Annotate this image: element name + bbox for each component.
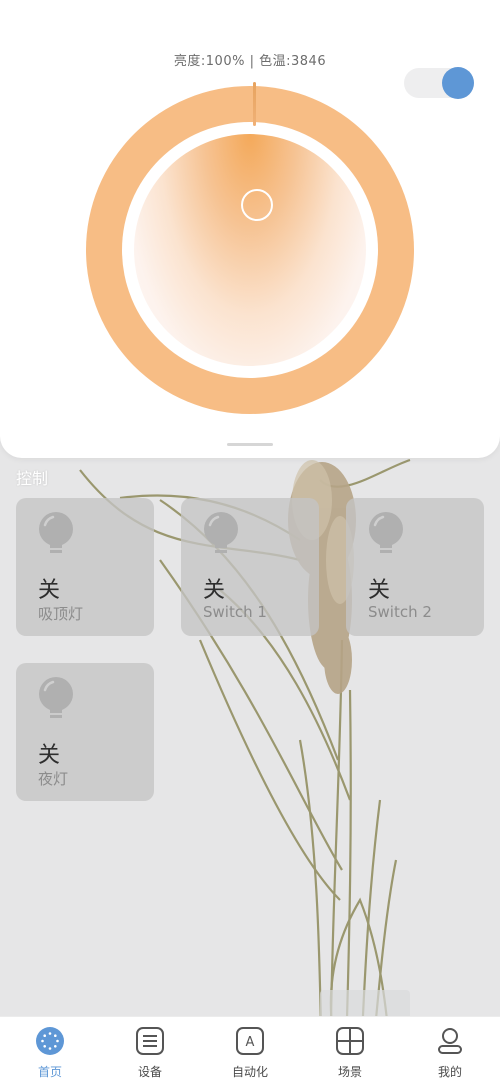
device-list-icon [136,1027,164,1055]
device-state: 关 [203,578,226,603]
tab-label: 设备 [137,1065,162,1079]
panel-drag-handle[interactable] [227,443,273,446]
power-toggle-knob[interactable] [442,67,474,99]
profile-icon [438,1028,462,1054]
device-card-ceiling-light[interactable]: 关 吸顶灯 [16,498,154,636]
bulb-icon [204,512,238,553]
brightness-ring-handle[interactable] [253,82,256,126]
tab-label: 自动化 [231,1065,268,1079]
color-picker-thumb[interactable] [241,189,273,221]
home-dots-icon [36,1027,64,1055]
color-temperature-wheel[interactable] [134,134,366,366]
device-card-night-light[interactable]: 关 夜灯 [16,663,154,801]
brightness-color-temp-readout: 亮度:100% | 色温:3846 [0,50,500,69]
device-card-switch-2[interactable]: 关 Switch 2 [346,498,484,636]
light-control-panel: 亮度:100% | 色温:3846 [0,0,500,458]
device-name: 夜灯 [38,770,69,788]
tab-home[interactable]: 首页 [0,1017,100,1083]
tab-label: 首页 [37,1065,62,1079]
tab-label: 我的 [437,1065,462,1079]
device-name: 吸顶灯 [38,605,84,623]
device-state: 关 [368,578,391,603]
brightness-value: 100% [205,54,245,69]
bulb-icon [369,512,403,553]
device-card-switch-1[interactable]: 关 Switch 1 [181,498,319,636]
separator: | [244,54,260,69]
scene-grid-icon [336,1027,364,1055]
tab-label: 场景 [337,1065,362,1079]
tab-devices[interactable]: 设备 [100,1017,200,1083]
brightness-label: 亮度: [173,54,206,69]
color-temp-label: 色温: [259,54,291,69]
bottom-tab-bar: 首页 设备 A 自动化 场景 我的 [0,1016,500,1083]
device-state: 关 [38,578,61,603]
bulb-icon [39,677,73,718]
automation-a-icon: A [236,1027,264,1055]
color-temp-value: 3846 [291,54,327,69]
tab-profile[interactable]: 我的 [400,1017,500,1083]
device-name: Switch 2 [368,603,432,621]
device-state: 关 [38,743,61,768]
power-toggle[interactable] [404,67,474,99]
controls-section-title: 控制 [16,469,49,488]
tab-automation[interactable]: A 自动化 [200,1017,300,1083]
tab-scenes[interactable]: 场景 [300,1017,400,1083]
device-name: Switch 1 [203,603,267,621]
bulb-icon [39,512,73,553]
svg-text:A: A [246,1035,255,1050]
